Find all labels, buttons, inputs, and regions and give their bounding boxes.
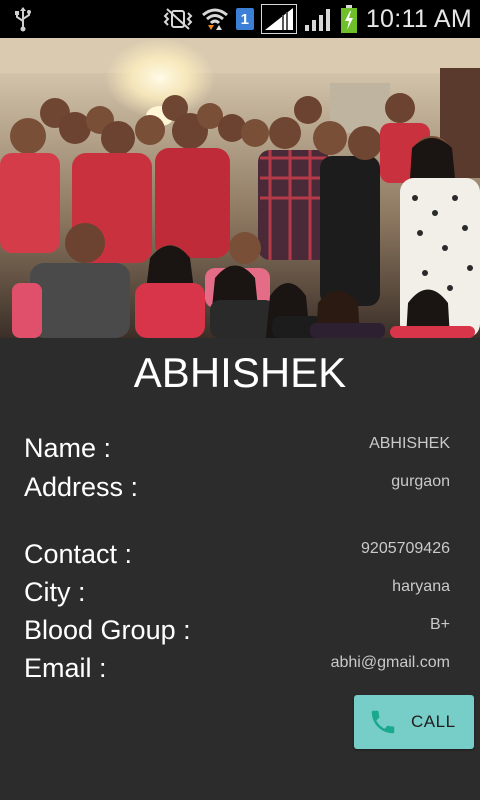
address-value: gurgaon [391,473,450,490]
status-bar: 1 10:11 AM [0,0,480,38]
email-label: Email : [24,653,107,683]
contact-label: Contact : [24,539,133,569]
call-button[interactable]: CALL [354,695,474,749]
blood-group-label: Blood Group : [24,615,191,645]
name-value: ABHISHEK [369,435,450,452]
phone-icon [368,707,398,737]
clock: 10:11 AM [365,4,472,33]
contact-title: ABHISHEK [133,349,347,396]
address-label: Address : [24,472,139,502]
usb-icon [12,6,34,32]
sim-icon: 1 [235,8,254,30]
battery-charging-icon [340,5,357,33]
contact-value: 9205709426 [361,540,450,557]
contact-detail-screen: 1 10:11 AM ABHISHEK Name: ABHISHEK Addr… [0,0,480,800]
blood-group-value: B+ [429,616,450,633]
vibrate-icon [162,7,194,31]
name-label: Name : [24,433,112,463]
wifi-icon [201,6,229,32]
email-value: abhi@gmail.com [330,654,450,671]
call-button-label: CALL [411,712,456,731]
profile-photo [0,38,480,338]
signal-icon [304,6,334,32]
city-label: City : [24,577,86,607]
city-value: haryana [392,578,450,595]
signal-icon [260,4,297,34]
